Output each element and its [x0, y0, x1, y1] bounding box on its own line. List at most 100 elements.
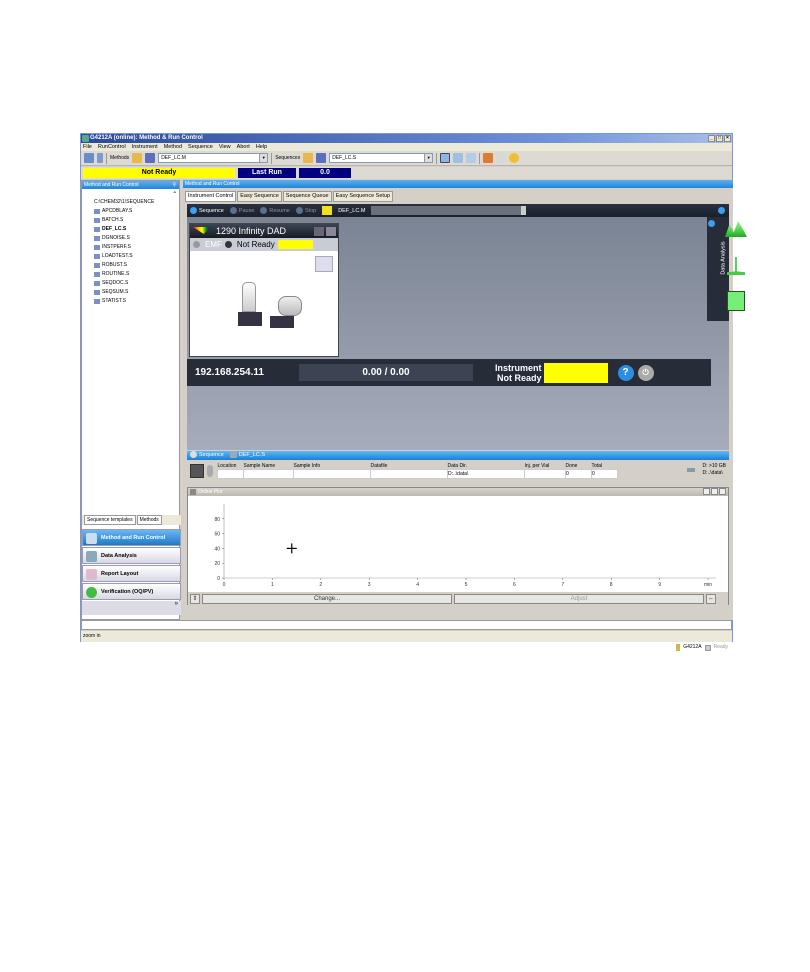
change-button[interactable]: Change... [202, 593, 452, 604]
plot-minimize-button[interactable] [703, 488, 710, 495]
nav-data-analysis[interactable]: Data Analysis [82, 547, 181, 564]
tree-item[interactable]: SEQDOC.S [86, 279, 175, 288]
save-sequence-icon[interactable] [316, 153, 327, 163]
tab-instrument-control[interactable]: Instrument Control [185, 191, 237, 202]
menu-help[interactable]: Help [256, 143, 267, 151]
online-plot-chart[interactable]: 0 1 2 3 4 5 6 7 8 9 min 0 20 40 60 80 [188, 496, 728, 590]
resume-icon [260, 207, 268, 214]
plot-window-controls [703, 488, 726, 495]
plot-maximize-button[interactable] [711, 488, 718, 495]
balance-icon[interactable] [727, 257, 745, 275]
load-sequence-icon[interactable] [303, 153, 314, 163]
spin-icon[interactable] [521, 206, 527, 215]
scroll-icon[interactable] [207, 465, 213, 477]
resume-button[interactable]: Resume [260, 207, 290, 214]
tab-easy-sequence[interactable]: Easy Sequence [237, 191, 282, 202]
view-icon-3[interactable] [466, 153, 477, 163]
module-window-icon[interactable] [326, 227, 336, 236]
menu-view[interactable]: View [219, 143, 231, 151]
cell-location[interactable] [217, 469, 244, 479]
tree-root[interactable]: C:\CHEM32\1\SEQUENCE [86, 198, 175, 207]
power-icon[interactable]: ⏻ [637, 364, 654, 381]
maximize-button[interactable]: □ [716, 135, 723, 142]
menu-method[interactable]: Method [164, 143, 182, 151]
tree-item[interactable]: APCDBLAY.S [86, 207, 175, 216]
pin-icon[interactable]: ⚲ [172, 181, 176, 189]
sequence-tab[interactable]: Sequence [190, 451, 224, 460]
load-method-icon[interactable] [132, 153, 143, 163]
tree-item[interactable]: ROBUST.S [86, 261, 175, 270]
sequence-table-icon[interactable] [190, 464, 204, 478]
nav-verification[interactable]: Verification (OQ/PV) [82, 583, 181, 600]
menu-abort[interactable]: Abort [237, 143, 250, 151]
x-tick-label: min [704, 582, 712, 588]
split-icon[interactable]: ⇔ [706, 593, 716, 604]
report-icon[interactable] [727, 291, 745, 311]
method-description-field[interactable] [371, 206, 527, 215]
sequence-select[interactable]: DEF_LC.S ▼ [329, 153, 434, 163]
menu-sequence[interactable]: Sequence [188, 143, 213, 151]
tree-item[interactable]: ROUTINE.S [86, 270, 175, 279]
sequence-button[interactable]: Sequence [190, 207, 224, 214]
app-icon [82, 135, 89, 142]
cell-sample-name[interactable] [243, 469, 294, 479]
menu-file[interactable]: File [83, 143, 92, 151]
command-line[interactable] [81, 620, 732, 630]
tree-item-selected[interactable]: DEF_LC.S [86, 225, 175, 234]
chevron-down-icon[interactable]: ▼ [259, 154, 268, 162]
menu-runcontrol[interactable]: RunControl [98, 143, 126, 151]
cell-inj-per-vial[interactable] [524, 469, 566, 479]
view-icon-1[interactable] [440, 153, 451, 163]
x-tick-label: 4 [416, 582, 419, 588]
tree-item[interactable]: BATCH.S [86, 216, 175, 225]
stop-icon[interactable] [483, 153, 494, 163]
tree-item[interactable]: LOADTEST.S [86, 252, 175, 261]
chevron-down-icon[interactable]: ▼ [424, 154, 433, 162]
stop-button[interactable]: Stop [295, 207, 316, 214]
window-title: G4212A (online): Method & Run Control [90, 135, 203, 141]
x-tick-label: 5 [465, 582, 468, 588]
menu-instrument[interactable]: Instrument [132, 143, 158, 151]
help-icon[interactable] [718, 207, 725, 214]
help-icon[interactable] [708, 220, 715, 227]
tab-easy-sequence-setup[interactable]: Easy Sequence Setup [332, 191, 394, 202]
collapse-icon[interactable]: ▵ [82, 189, 179, 196]
tree-item[interactable]: INSTPERF.S [86, 243, 175, 252]
chromatogram-icon[interactable] [725, 221, 747, 237]
tab-sequence-templates[interactable]: Sequence templates [84, 515, 136, 525]
adjust-button[interactable]: Adjust [454, 593, 704, 604]
cell-datafile[interactable] [370, 469, 448, 479]
tab-sequence-queue[interactable]: Sequence Queue [282, 191, 332, 202]
tree-item[interactable]: SEQSUM.S [86, 288, 175, 297]
power-icon[interactable] [509, 153, 520, 163]
tree-item[interactable]: STATIST.S [86, 297, 175, 306]
cell-sample-info[interactable] [293, 469, 371, 479]
sequence-tree: C:\CHEM32\1\SEQUENCE APCDBLAY.S BATCH.S … [82, 196, 179, 308]
nav-method-run-control[interactable]: Method and Run Control [82, 529, 181, 546]
tab-methods[interactable]: Methods [136, 515, 162, 525]
module-minimize-icon[interactable] [314, 227, 324, 236]
instrument-status-indicator [543, 362, 608, 383]
cell-total[interactable]: 0 [591, 469, 618, 479]
signal-plot-icon[interactable] [315, 256, 333, 272]
save-method-icon[interactable] [145, 153, 156, 163]
system-diagram-icon[interactable] [84, 153, 94, 163]
module-power-icon[interactable] [193, 241, 200, 248]
instrument-icon[interactable] [97, 153, 103, 163]
more-nav-icon[interactable]: » [82, 601, 181, 615]
spin-icon[interactable]: ⇕ [190, 593, 200, 604]
nav-report-layout[interactable]: Report Layout [82, 565, 181, 582]
method-select[interactable]: DEF_LC.M ▼ [158, 153, 269, 163]
cell-data-dir[interactable]: D:..\data\ [447, 469, 525, 479]
methods-label: Methods [110, 155, 130, 161]
connection-icon [676, 644, 681, 651]
toolbar: Methods DEF_LC.M ▼ Sequences DEF_LC.S ▼ [81, 151, 732, 166]
pause-button[interactable]: Pause [229, 207, 254, 214]
cell-done[interactable]: 0 [565, 469, 592, 479]
plot-close-button[interactable] [719, 488, 726, 495]
close-button[interactable]: × [724, 135, 731, 142]
help-icon[interactable]: ? [617, 364, 634, 381]
view-icon-2[interactable] [453, 153, 464, 163]
minimize-button[interactable]: _ [708, 135, 715, 142]
tree-item[interactable]: DGNOISE.S [86, 234, 175, 243]
